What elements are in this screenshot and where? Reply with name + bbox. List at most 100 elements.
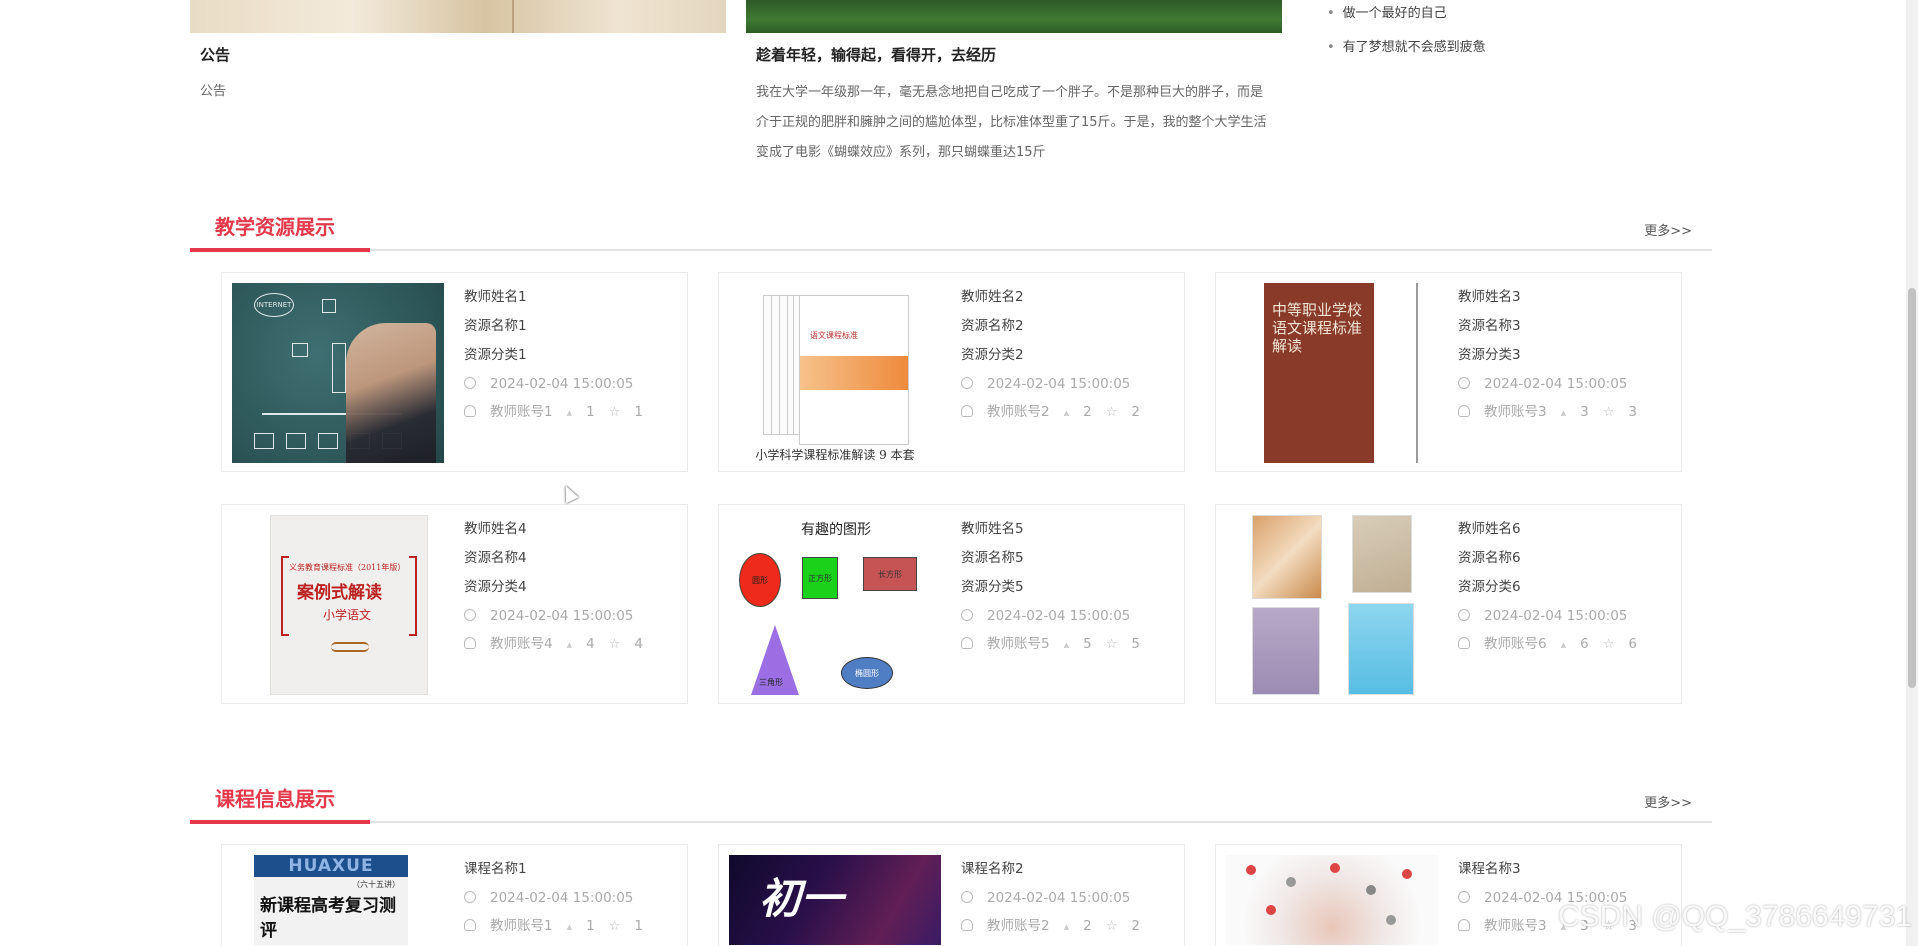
publish-time: 2024-02-04 15:00:05: [490, 376, 634, 392]
clock-icon: [1458, 891, 1470, 903]
resource-card[interactable]: INTERNET 教师姓名1 资源名称1 资源分类1 2024-02-04 15…: [221, 272, 688, 472]
clock-icon: [464, 891, 476, 903]
resource-category: 资源分类3: [1458, 347, 1521, 363]
course-cover-title: 初一: [759, 874, 844, 923]
course-thumbnail[interactable]: 初一: [729, 855, 941, 945]
scrollbar-thumb[interactable]: [1908, 288, 1916, 688]
shape-rectangle: 长方形: [863, 557, 917, 591]
teacher-name: 教师姓名1: [464, 289, 527, 305]
resource-card[interactable]: 有趣的图形 圆形 正方形 长方形 三角形 椭圆形 教师姓名5 资源名称5 资源分…: [718, 504, 1185, 704]
teacher-account: 教师账号6: [1484, 636, 1547, 652]
user-icon: [464, 405, 476, 417]
side-news-item[interactable]: 做一个最好的自己: [1327, 4, 1486, 38]
shape-square: 正方形: [802, 557, 838, 599]
like-count: 2: [1083, 404, 1092, 420]
resource-card[interactable]: 语文课程标准 小学科学课程标准解读 9 本套 教师姓名2 资源名称2 资源分类2…: [718, 272, 1185, 472]
card-info: 课程名称2 2024-02-04 15:00:05 教师账号2 ▴ 2 ☆ 2: [961, 859, 1154, 944]
article-image[interactable]: [746, 0, 1282, 33]
teacher-name: 教师姓名6: [1458, 521, 1521, 537]
article-summary: 我在大学一年级那一年，毫无悬念地把自己吃成了一个胖子。不是那种巨大的胖子，而是介…: [756, 85, 1267, 160]
teacher-name: 教师姓名2: [961, 289, 1024, 305]
like-count: 1: [586, 404, 595, 420]
course-card[interactable]: HUAXUE （六十五讲） 新课程高考复习测评 课程名称1 2024-02-04…: [221, 844, 688, 946]
favorite-count: 2: [1131, 404, 1140, 420]
resource-thumbnail[interactable]: INTERNET: [232, 283, 444, 463]
side-news-item[interactable]: 有了梦想就不会感到疲惫: [1327, 38, 1486, 72]
card-info: 教师姓名5 资源名称5 资源分类5 2024-02-04 15:00:05 教师…: [961, 519, 1154, 662]
page-scrollbar[interactable]: [1906, 0, 1918, 946]
notice-title[interactable]: 公告: [200, 44, 230, 65]
course-name: 课程名称2: [961, 861, 1024, 877]
card-info: 教师姓名1 资源名称1 资源分类1 2024-02-04 15:00:05 教师…: [464, 287, 657, 430]
teacher-account: 教师账号1: [490, 918, 553, 934]
book-cover-title: 案例式解读: [297, 583, 382, 603]
course-name: 课程名称3: [1458, 861, 1521, 877]
teacher-name: 教师姓名4: [464, 521, 527, 537]
resource-thumbnail[interactable]: [1226, 515, 1438, 695]
course-card[interactable]: 初一 课程名称2 2024-02-04 15:00:05 教师账号2 ▴ 2 ☆ 2: [718, 844, 1185, 946]
resource-thumbnail[interactable]: 有趣的图形 圆形 正方形 长方形 三角形 椭圆形: [729, 515, 941, 695]
teacher-name: 教师姓名3: [1458, 289, 1521, 305]
like-count: 1: [586, 918, 595, 934]
resources-more-link[interactable]: 更多>>: [1644, 220, 1692, 239]
resource-category: 资源分类2: [961, 347, 1024, 363]
book-cover-header: HUAXUE: [254, 855, 408, 877]
user-icon: [961, 405, 973, 417]
resources-section-header: 教学资源展示 更多>>: [190, 211, 1712, 252]
thumb-up-icon: ▴: [1063, 406, 1070, 419]
courses-section-header: 课程信息展示 更多>>: [190, 783, 1712, 824]
clock-icon: [961, 377, 973, 389]
course-thumbnail[interactable]: HUAXUE （六十五讲） 新课程高考复习测评: [232, 855, 444, 945]
star-icon: ☆: [1105, 919, 1118, 934]
shape-ellipse: 椭圆形: [841, 657, 893, 689]
notice-image[interactable]: [190, 0, 726, 33]
teacher-account: 教师账号4: [490, 636, 553, 652]
courses-more-link[interactable]: 更多>>: [1644, 792, 1692, 811]
resource-card[interactable]: 义务教育课程标准（2011年版） 案例式解读 小学语文 教师姓名4 资源名称4 …: [221, 504, 688, 704]
resource-thumbnail[interactable]: 语文课程标准 小学科学课程标准解读 9 本套: [729, 283, 941, 463]
mouse-cursor: [559, 482, 579, 504]
favorite-count: 6: [1628, 636, 1637, 652]
teacher-account: 教师账号2: [987, 404, 1050, 420]
resource-name: 资源名称2: [961, 318, 1024, 334]
star-icon: ☆: [1602, 637, 1615, 652]
publish-time: 2024-02-04 15:00:05: [1484, 608, 1628, 624]
thumb-up-icon: ▴: [566, 638, 573, 651]
card-info: 教师姓名2 资源名称2 资源分类2 2024-02-04 15:00:05 教师…: [961, 287, 1154, 430]
resource-thumbnail[interactable]: 中等职业学校 语文课程标准 解读: [1226, 283, 1438, 463]
side-news-list: 做一个最好的自己 有了梦想就不会感到疲惫: [1327, 4, 1486, 72]
section-underline: [190, 248, 370, 252]
favorite-count: 5: [1131, 636, 1140, 652]
favorite-count: 3: [1628, 404, 1637, 420]
courses-section-title: 课程信息展示: [215, 787, 335, 811]
user-icon: [464, 637, 476, 649]
thumb-up-icon: ▴: [1063, 638, 1070, 651]
resource-card[interactable]: 教师姓名6 资源名称6 资源分类6 2024-02-04 15:00:05 教师…: [1215, 504, 1682, 704]
star-icon: ☆: [1105, 637, 1118, 652]
clock-icon: [961, 891, 973, 903]
course-thumbnail[interactable]: [1226, 855, 1438, 945]
clock-icon: [961, 609, 973, 621]
card-info: 教师姓名6 资源名称6 资源分类6 2024-02-04 15:00:05 教师…: [1458, 519, 1651, 662]
watermark: CSDN @QQ_3786649731: [1558, 900, 1912, 933]
like-count: 4: [586, 636, 595, 652]
teacher-account: 教师账号2: [987, 918, 1050, 934]
thumb-up-icon: ▴: [1560, 406, 1567, 419]
clock-icon: [464, 609, 476, 621]
book-cover-subject: 小学语文: [323, 608, 372, 622]
favorite-count: 1: [634, 404, 643, 420]
resource-name: 资源名称3: [1458, 318, 1521, 334]
shape-circle: 圆形: [739, 553, 781, 607]
user-icon: [961, 919, 973, 931]
resource-name: 资源名称6: [1458, 550, 1521, 566]
publish-time: 2024-02-04 15:00:05: [987, 890, 1131, 906]
user-icon: [1458, 405, 1470, 417]
resource-name: 资源名称4: [464, 550, 527, 566]
publish-time: 2024-02-04 15:00:05: [490, 608, 634, 624]
resource-name: 资源名称1: [464, 318, 527, 334]
user-icon: [464, 919, 476, 931]
like-count: 5: [1083, 636, 1092, 652]
resource-thumbnail[interactable]: 义务教育课程标准（2011年版） 案例式解读 小学语文: [232, 515, 444, 695]
article-title[interactable]: 趁着年轻，输得起，看得开，去经历: [756, 44, 996, 65]
resource-card[interactable]: 中等职业学校 语文课程标准 解读 教师姓名3 资源名称3 资源分类3 2024-…: [1215, 272, 1682, 472]
